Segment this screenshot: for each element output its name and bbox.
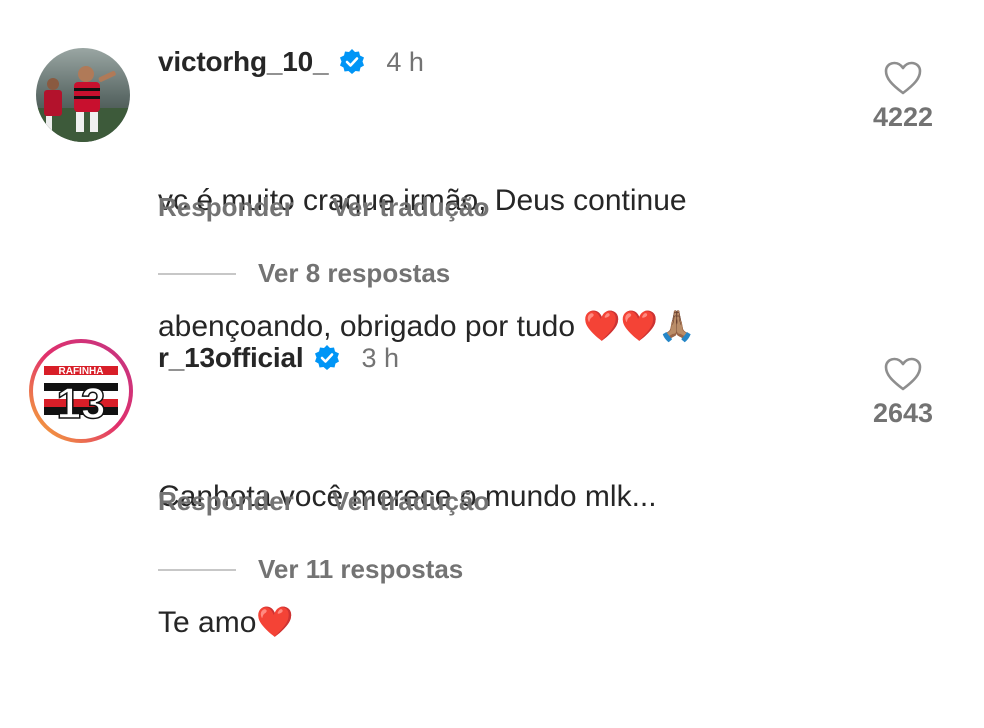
view-replies-button[interactable]: Ver 11 respostas [258, 554, 463, 585]
like-area: 2643 [866, 356, 940, 429]
comment-actions: Responder Ver tradução [158, 486, 489, 517]
comment-time: 4 h [386, 46, 424, 77]
comment-actions: Responder Ver tradução [158, 192, 489, 223]
reply-button[interactable]: Responder [158, 486, 294, 517]
soccer-player-photo-icon [36, 48, 130, 142]
reply-button[interactable]: Responder [158, 192, 294, 223]
comment-item: RAFINHA 13 r_13official 3 h Canhota você… [0, 310, 984, 639]
view-replies-button[interactable]: Ver 8 respostas [258, 258, 450, 289]
view-replies[interactable]: Ver 11 respostas [158, 554, 463, 585]
comment-header: r_13official 3 h [158, 338, 399, 378]
like-area: 4222 [866, 60, 940, 133]
verified-badge-icon [313, 344, 341, 372]
replies-divider [158, 568, 236, 571]
like-count: 4222 [872, 102, 934, 132]
translate-button[interactable]: Ver tradução [332, 192, 490, 223]
username[interactable]: r_13official [158, 342, 304, 374]
comment-text-line: Te amo❤️ [158, 606, 294, 639]
view-replies[interactable]: Ver 8 respostas [158, 258, 450, 289]
username[interactable]: victorhg_10_ [158, 46, 329, 78]
like-count: 2643 [872, 398, 934, 428]
replies-divider [158, 272, 236, 275]
rafinha-13-logo-icon: RAFINHA 13 [29, 339, 133, 443]
translate-button[interactable]: Ver tradução [332, 486, 490, 517]
heart-icon[interactable] [883, 60, 923, 96]
avatar-brand-text: RAFINHA [59, 366, 104, 377]
comment-header: victorhg_10_ 4 h [158, 42, 424, 82]
verified-badge-icon [338, 48, 366, 76]
avatar[interactable]: RAFINHA 13 [28, 338, 134, 444]
heart-icon[interactable] [883, 356, 923, 392]
comment-time: 3 h [361, 342, 399, 373]
avatar[interactable] [36, 48, 130, 142]
avatar-number-text: 13 [57, 379, 106, 428]
comment-item: victorhg_10_ 4 h vc é muito craque irmão… [0, 0, 984, 343]
